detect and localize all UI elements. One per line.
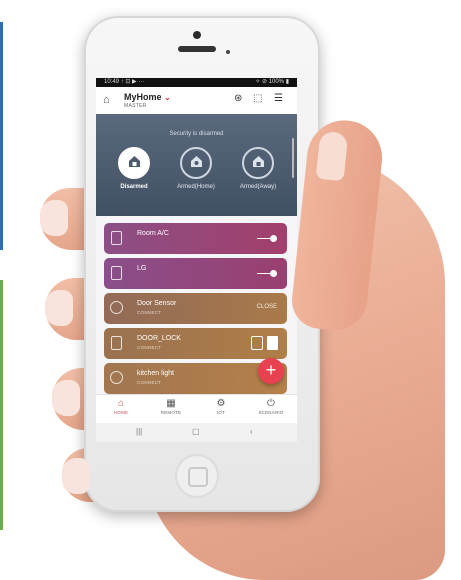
nail-pinky <box>62 458 90 494</box>
door-icon[interactable] <box>267 336 278 350</box>
remote-icon: ▦ <box>166 398 176 409</box>
scenario-icon: ⏻ <box>267 398 275 409</box>
scrollbar[interactable] <box>292 138 294 178</box>
battery-icon: ▮ <box>285 79 289 85</box>
device-status: CONNECT <box>137 310 162 315</box>
device-toggle[interactable] <box>257 235 277 243</box>
device-toggle[interactable] <box>257 270 277 278</box>
nail-ring <box>52 380 80 416</box>
mode-armed-home[interactable]: Armed(Home) <box>166 147 226 190</box>
menu-icon[interactable]: ☰ <box>274 93 283 105</box>
tab-home[interactable]: ⌂ HOME <box>96 398 146 415</box>
device-status: CONNECT <box>137 345 162 350</box>
armed-home-mode-icon <box>180 147 212 179</box>
tab-scenario[interactable]: ⏻ SCENARIO <box>246 398 296 415</box>
door-lock-icon <box>111 336 122 350</box>
status-left: 10:49 ↑ ⊡ ▶ ··· <box>104 78 144 87</box>
tab-remote[interactable]: ▦ REMOTE <box>146 398 196 415</box>
status-left-icons: ↑ ⊡ ▶ ··· <box>120 79 145 85</box>
phone-home-button[interactable] <box>175 454 219 498</box>
user-role: MASTER <box>124 103 147 109</box>
disarmed-mode-icon <box>118 147 150 179</box>
tab-label: REMOTE <box>160 410 182 415</box>
home-icon: ⌂ <box>117 398 125 409</box>
remote-icon <box>111 266 122 280</box>
tab-label: IOT <box>216 410 226 415</box>
status-bar: 10:49 ↑ ⊡ ▶ ··· ✧ ⊘ 100% ▮ <box>96 78 297 87</box>
sensor-icon <box>110 301 123 314</box>
thumb-nail <box>315 130 349 182</box>
iot-icon: ⚙ <box>216 398 226 409</box>
lock-icon[interactable] <box>251 336 263 350</box>
device-name: Room A/C <box>137 230 169 237</box>
recent-apps-icon[interactable]: ||| <box>136 427 142 436</box>
nail-index <box>40 200 68 236</box>
device-name: kitchen light <box>137 370 174 377</box>
account-icon[interactable]: ⊛ <box>234 93 242 105</box>
device-card-room-ac[interactable]: Room A/C <box>104 223 287 254</box>
device-card-lg[interactable]: LG <box>104 258 287 289</box>
status-right-icons: ✧ ⊘ 100% <box>255 79 285 85</box>
tab-label: SCENARIO <box>258 410 284 415</box>
notification-icon[interactable]: ⬚ <box>253 93 262 105</box>
mode-disarmed-label: Disarmed <box>120 184 148 190</box>
earpiece-speaker <box>178 46 216 52</box>
chevron-down-icon: ⌄ <box>164 93 171 102</box>
status-right: ✧ ⊘ 100% ▮ <box>255 78 289 87</box>
light-bulb-icon <box>110 371 123 384</box>
home-nav-icon[interactable]: ▢ <box>192 427 200 436</box>
remote-icon <box>111 231 122 245</box>
app-header: ⌂ MyHome ⌄ MASTER ⊛ ⬚ ☰ <box>96 87 297 113</box>
mode-armed-away-label: Armed(Away) <box>239 184 277 190</box>
security-status-text: Security is disarmed <box>169 131 224 137</box>
device-name: DOOR_LOCK <box>137 335 181 342</box>
system-nav-bar: ||| ▢ ‹ <box>96 423 297 442</box>
mode-armed-away[interactable]: Armed(Away) <box>228 147 288 190</box>
status-time: 10:49 <box>104 79 120 85</box>
mode-disarmed[interactable]: Disarmed <box>104 147 164 190</box>
front-camera <box>193 31 201 39</box>
device-state: CLOSE <box>256 304 277 310</box>
device-card-door-sensor[interactable]: Door Sensor CONNECT CLOSE <box>104 293 287 324</box>
edge-mark-green <box>0 280 3 530</box>
mode-armed-home-label: Armed(Home) <box>177 184 215 190</box>
tab-label: HOME <box>113 410 129 415</box>
back-icon[interactable]: ‹ <box>250 427 253 436</box>
armed-away-mode-icon <box>242 147 274 179</box>
nail-middle <box>45 290 73 326</box>
page-title: MyHome <box>124 92 162 102</box>
edge-mark-blue <box>0 22 3 250</box>
security-panel: Security is disarmed Disarmed Armed(Home… <box>96 114 297 216</box>
home-icon[interactable]: ⌂ <box>103 95 110 106</box>
tab-iot[interactable]: ⚙ IOT <box>196 398 246 415</box>
device-status: CONNECT <box>137 380 162 385</box>
add-device-button[interactable]: + <box>258 358 284 384</box>
device-card-door-lock[interactable]: DOOR_LOCK CONNECT <box>104 328 287 359</box>
device-name: LG <box>137 265 147 272</box>
phone-screen: 10:49 ↑ ⊡ ▶ ··· ✧ ⊘ 100% ▮ ⌂ MyHome ⌄ MA… <box>96 78 297 442</box>
bottom-nav: ⌂ HOME ▦ REMOTE ⚙ IOT ⏻ SCENARIO <box>96 394 297 424</box>
home-selector[interactable]: MyHome ⌄ <box>124 92 171 102</box>
device-name: Door Sensor <box>137 300 177 307</box>
proximity-sensor <box>226 50 230 54</box>
